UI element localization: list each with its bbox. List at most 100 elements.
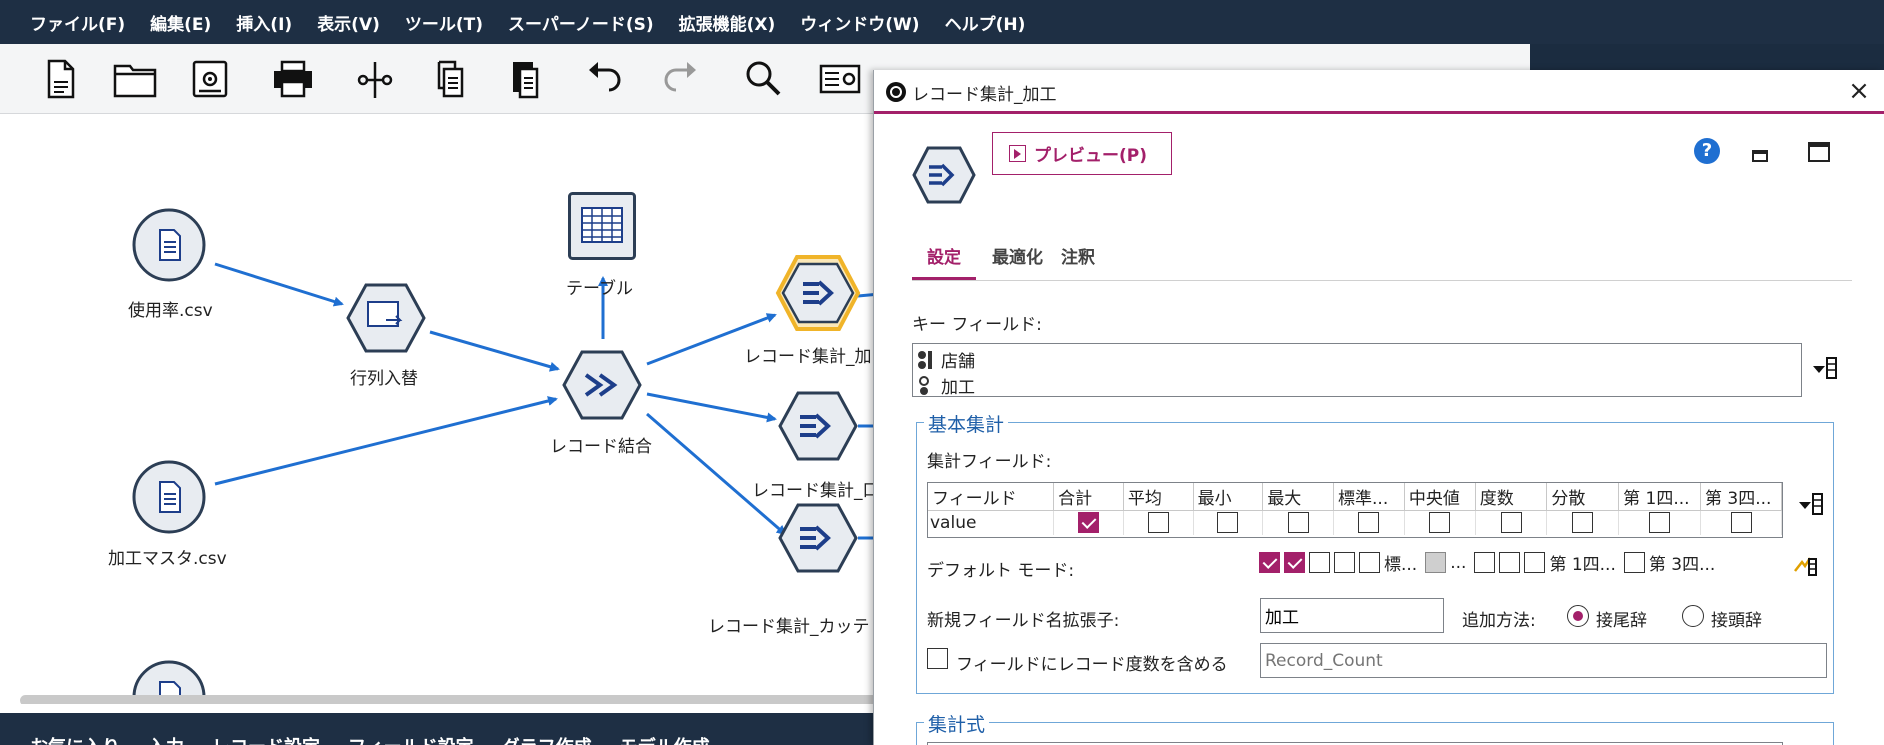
- col-median[interactable]: 中央値: [1404, 483, 1476, 511]
- prefix-label: 接頭辞: [1711, 611, 1762, 631]
- default-mean-checkbox[interactable]: [1284, 552, 1305, 573]
- menu-help[interactable]: ヘルプ(H): [945, 10, 1026, 35]
- table-node[interactable]: [568, 192, 636, 260]
- col-q1[interactable]: 第 1四...: [1618, 483, 1702, 511]
- count-checkbox[interactable]: [1500, 512, 1522, 534]
- key-field-store: 店舗: [941, 352, 975, 372]
- copy-icon[interactable]: [425, 54, 475, 104]
- median-checkbox[interactable]: [1429, 512, 1451, 534]
- aggregate-node-icon: [912, 145, 976, 205]
- process-master-csv-label: 加工マスタ.csv: [108, 549, 227, 569]
- redo-icon[interactable]: [655, 54, 705, 104]
- list-item[interactable]: 加工: [917, 373, 975, 398]
- agg-fields-table[interactable]: フィールド 合計 平均 最小 最大 標準... 中央値 度数 分散 第 1四..…: [927, 482, 1783, 538]
- agg-2-node[interactable]: [778, 390, 858, 462]
- min-checkbox[interactable]: [1217, 512, 1239, 534]
- menu-supernode[interactable]: スーパーノード(S): [508, 10, 654, 35]
- table-row[interactable]: value: [928, 510, 1782, 535]
- stream-canvas[interactable]: 使用率.csv 行列入替 テーブル レコード結合 レコード集計_加 レコード集計…: [0, 114, 880, 704]
- sd-checkbox[interactable]: [1358, 512, 1380, 534]
- menu-extensions[interactable]: 拡張機能(X): [679, 10, 776, 35]
- variance-checkbox[interactable]: [1572, 512, 1594, 534]
- menu-tools[interactable]: ツール(T): [405, 10, 483, 35]
- default-q3-checkbox[interactable]: [1623, 552, 1645, 573]
- field-picker-icon[interactable]: [1797, 490, 1825, 518]
- menu-bar: ファイル(F) 編集(E) 挿入(I) 表示(V) ツール(T) スーパーノード…: [0, 0, 1884, 44]
- search-icon[interactable]: [738, 54, 788, 104]
- usage-csv-node[interactable]: [132, 208, 206, 282]
- tab-annotations[interactable]: 注釈: [1051, 238, 1103, 280]
- menu-file[interactable]: ファイル(F): [30, 10, 125, 35]
- dialog-title: レコード集計_加工: [912, 85, 1057, 105]
- transpose-node[interactable]: [346, 282, 426, 354]
- col-max[interactable]: 最大: [1262, 483, 1335, 511]
- paste-icon[interactable]: [500, 54, 550, 104]
- col-variance[interactable]: 分散: [1546, 483, 1620, 511]
- new-file-icon[interactable]: [35, 54, 85, 104]
- menu-edit[interactable]: 編集(E): [150, 10, 211, 35]
- undo-icon[interactable]: [580, 54, 630, 104]
- preview-button[interactable]: プレビュー(P): [992, 132, 1172, 175]
- agg-process-node[interactable]: [775, 254, 861, 332]
- agg-2-label: レコード集計_口: [752, 481, 880, 501]
- sum-checkbox[interactable]: [1078, 512, 1100, 534]
- palette-tab-field-ops[interactable]: フィールド設定: [348, 733, 474, 745]
- max-checkbox[interactable]: [1287, 512, 1309, 534]
- default-max-checkbox[interactable]: [1334, 552, 1355, 573]
- col-count[interactable]: 度数: [1475, 483, 1548, 511]
- help-icon[interactable]: ?: [1694, 138, 1720, 164]
- key-fields-list[interactable]: 店舗 加工: [912, 343, 1802, 398]
- new-field-suffix-label: 新規フィールド名拡張子:: [927, 611, 1120, 631]
- palette-tab-favorites[interactable]: お気に入り: [30, 733, 120, 745]
- dialog-titlebar[interactable]: レコード集計_加工 ×: [874, 70, 1884, 114]
- maximize-icon[interactable]: [1808, 142, 1830, 162]
- default-median-checkbox[interactable]: [1425, 552, 1447, 573]
- default-min-checkbox[interactable]: [1309, 552, 1330, 573]
- cut-icon[interactable]: [350, 54, 400, 104]
- process-master-csv-node[interactable]: [132, 460, 206, 534]
- tab-optimization[interactable]: 最適化: [982, 238, 1051, 280]
- minimize-icon[interactable]: [1752, 150, 1768, 162]
- merge-node[interactable]: [562, 349, 642, 421]
- close-icon[interactable]: ×: [1844, 76, 1874, 106]
- properties-icon[interactable]: [815, 54, 865, 104]
- list-item[interactable]: 店舗: [917, 347, 975, 372]
- aggregate-dialog: レコード集計_加工 × プレビュー(P) ? 設定 最適化 注釈 キー フィール…: [873, 70, 1884, 745]
- horizontal-scrollbar[interactable]: [20, 695, 880, 704]
- default-sum-checkbox[interactable]: [1259, 552, 1280, 573]
- mean-checkbox[interactable]: [1147, 512, 1169, 534]
- menu-insert[interactable]: 挿入(I): [236, 10, 292, 35]
- menu-window[interactable]: ウィンドウ(W): [800, 10, 919, 35]
- print-icon[interactable]: [268, 54, 318, 104]
- default-sd-checkbox[interactable]: [1359, 552, 1380, 573]
- palette-tab-modeling[interactable]: モデル作成: [620, 733, 710, 745]
- palette-tab-input[interactable]: 入力: [148, 733, 184, 745]
- new-field-suffix-input[interactable]: [1260, 598, 1444, 633]
- q3-checkbox[interactable]: [1730, 512, 1752, 534]
- prefix-radio[interactable]: [1682, 605, 1704, 627]
- apply-default-icon[interactable]: [1792, 553, 1818, 577]
- default-q3-label: 第 3四...: [1648, 555, 1716, 575]
- col-sum[interactable]: 合計: [1053, 483, 1124, 511]
- default-q1-checkbox[interactable]: [1524, 552, 1546, 573]
- menu-view[interactable]: 表示(V): [317, 10, 380, 35]
- default-count-checkbox[interactable]: [1474, 552, 1496, 573]
- default-variance-checkbox[interactable]: [1499, 552, 1521, 573]
- suffix-label: 接尾辞: [1596, 611, 1647, 631]
- col-q3[interactable]: 第 3四...: [1700, 483, 1782, 511]
- agg-category-node[interactable]: [778, 502, 858, 574]
- field-picker-icon[interactable]: [1811, 354, 1839, 382]
- add-method-label: 追加方法:: [1462, 611, 1536, 631]
- col-mean[interactable]: 平均: [1123, 483, 1194, 511]
- col-field[interactable]: フィールド: [928, 483, 1055, 511]
- save-icon[interactable]: [185, 54, 235, 104]
- q1-checkbox[interactable]: [1649, 512, 1671, 534]
- include-count-checkbox[interactable]: [927, 648, 948, 669]
- tab-settings[interactable]: 設定: [912, 238, 976, 280]
- open-folder-icon[interactable]: [110, 54, 160, 104]
- suffix-radio[interactable]: [1567, 605, 1589, 627]
- palette-tab-record-ops[interactable]: レコード設定: [212, 733, 320, 745]
- col-min[interactable]: 最小: [1193, 483, 1264, 511]
- palette-tab-graphs[interactable]: グラフ作成: [502, 733, 592, 745]
- col-sd[interactable]: 標準...: [1333, 483, 1405, 511]
